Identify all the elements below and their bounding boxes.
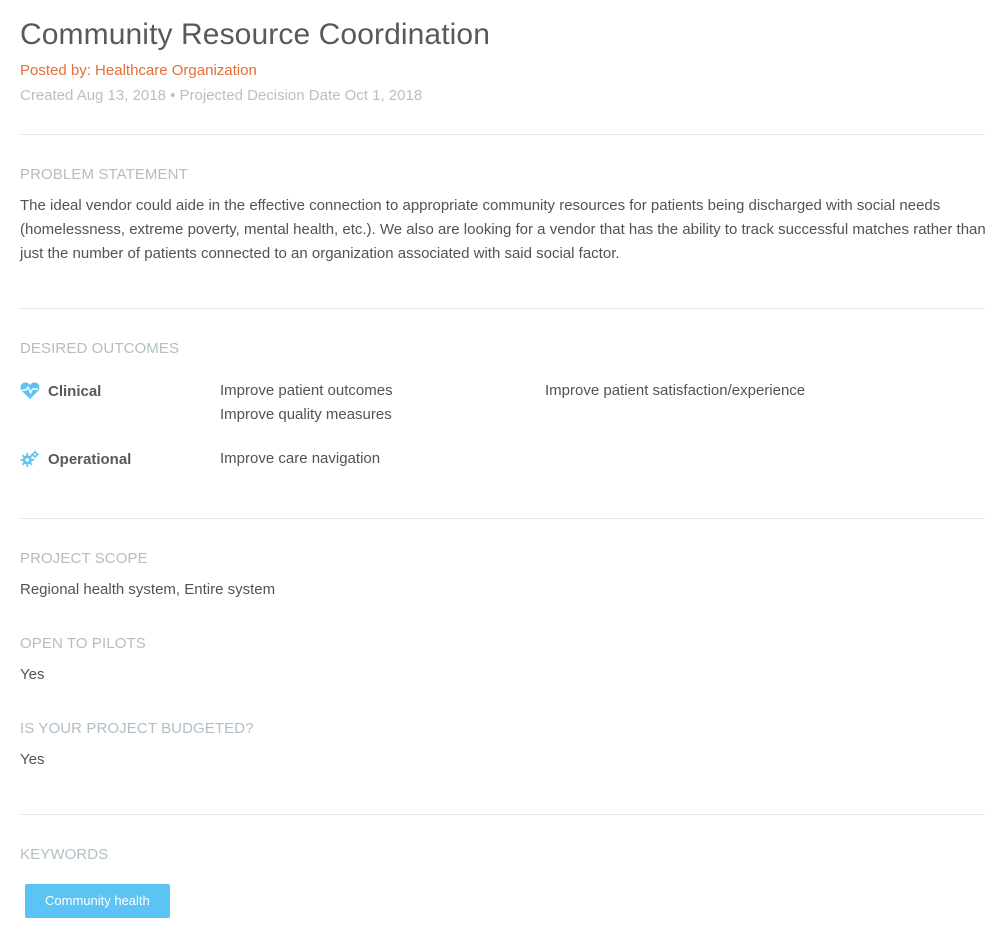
keyword-tag-community-health[interactable]: Community health [25,884,170,918]
divider [20,814,985,815]
page-title: Community Resource Coordination [20,18,490,51]
problem-statement-text: The ideal vendor could aide in the effec… [20,197,986,262]
divider [20,518,985,519]
open-to-pilots-value: Yes [20,666,45,683]
project-detail-page: Community Resource Coordination Posted b… [0,0,1001,937]
outcome-category-operational: Operational [20,449,131,469]
problem-statement-label: PROBLEM STATEMENT [20,166,188,183]
divider [20,134,985,135]
project-scope-value: Regional health system, Entire system [20,581,276,598]
posted-by-prefix: Posted by: [20,62,96,79]
outcome-category-clinical: Clinical [20,381,101,401]
outcome-item: Improve patient satisfaction/experience [545,382,806,399]
outcome-category-name: Operational [48,450,132,468]
outcome-item: Improve care navigation [220,450,381,467]
outcome-item: Improve patient outcomes [220,382,393,399]
project-scope-label: PROJECT SCOPE [20,550,148,567]
heart-pulse-icon [20,381,40,401]
posted-by-organization: Healthcare Organization [95,62,257,79]
open-to-pilots-label: OPEN TO PILOTS [20,635,146,652]
desired-outcomes-label: DESIRED OUTCOMES [20,340,180,357]
gears-icon [20,449,40,469]
outcome-item: Improve quality measures [220,406,392,423]
posted-by: Posted by: Healthcare Organization [20,62,257,79]
outcome-category-name: Clinical [48,382,102,400]
divider [20,308,985,309]
budgeted-value: Yes [20,751,45,768]
project-meta-dates: Created Aug 13, 2018 • Projected Decisio… [20,87,423,104]
keywords-label: KEYWORDS [20,846,109,863]
budgeted-label: IS YOUR PROJECT BUDGETED? [20,720,254,737]
